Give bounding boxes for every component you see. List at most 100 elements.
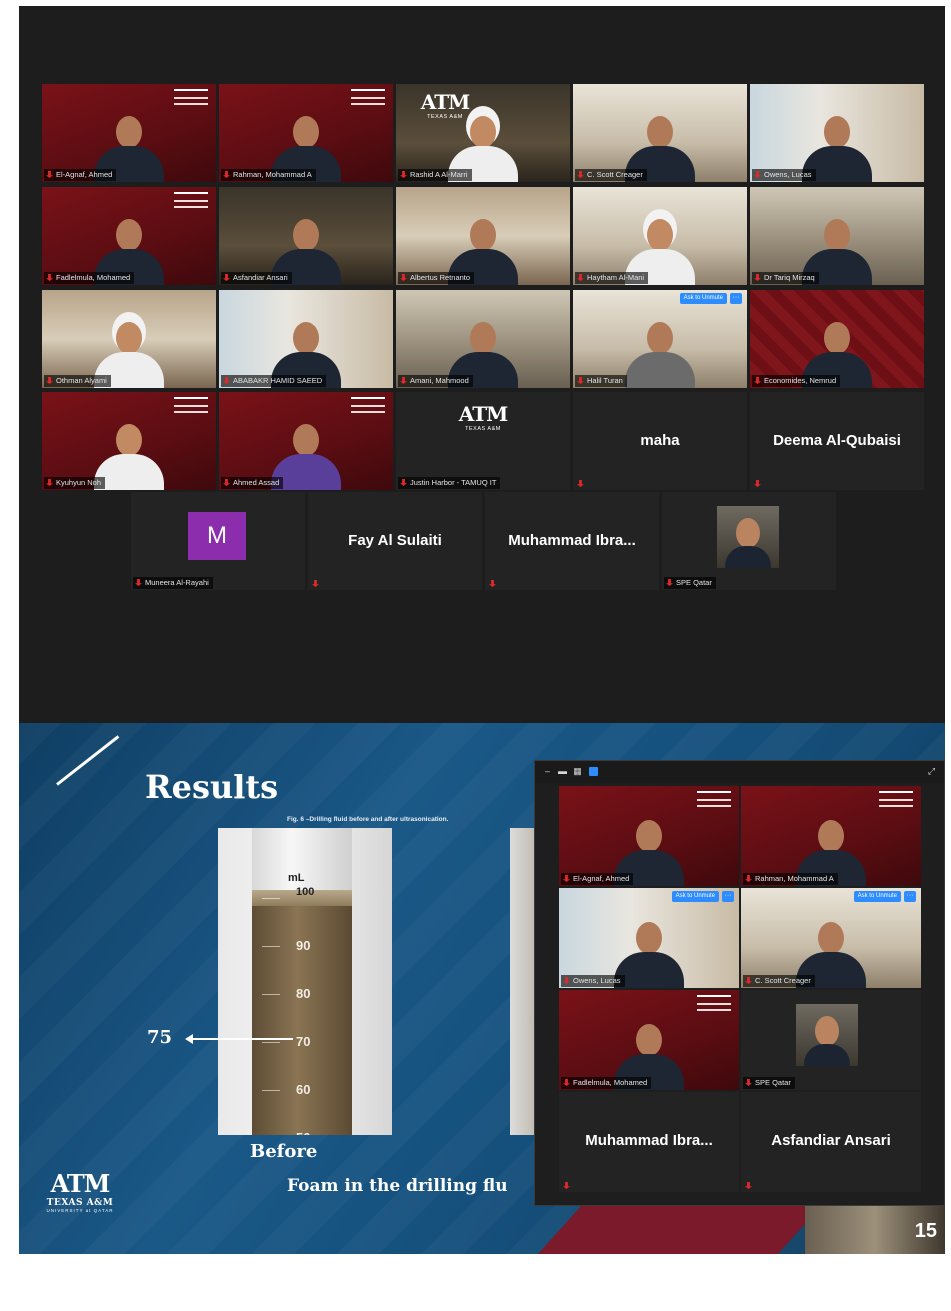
- participant-name: Dr Tariq Mirzaq: [764, 273, 815, 282]
- participant-head: [824, 322, 850, 354]
- participant-tile-asfandiar-ansari[interactable]: Asfandiar Ansari: [741, 1092, 921, 1192]
- zoom-gallery-window: El-Agnaf, Ahmed Rahman, Mohammad A ATM TEXA…: [19, 6, 945, 723]
- participant-tile-c-scott-creager[interactable]: Ask to Unmute ··· C. Scott Creager: [741, 888, 921, 988]
- participant-head: [636, 820, 662, 852]
- logo-mark: ATM: [50, 1169, 111, 1198]
- participant-tile-rahman-mohammad-a[interactable]: Rahman, Mohammad A: [219, 84, 393, 182]
- texas-am-qatar-logo: ATM TEXAS A&M UNIVERSITY at QATAR: [41, 1169, 119, 1213]
- muted-mic-icon: [563, 1182, 570, 1189]
- participant-tile-spe-qatar[interactable]: SPE Qatar: [662, 492, 836, 590]
- participant-tile-asfandiar-ansari[interactable]: Asfandiar Ansari: [219, 187, 393, 285]
- minimize-icon[interactable]: –: [543, 767, 552, 776]
- participant-head: [116, 322, 142, 354]
- participant-name: Ahmed Assad: [233, 478, 280, 487]
- participant-name-label: Justin Harbor - TAMUQ IT: [398, 477, 501, 489]
- muted-mic-icon: [745, 977, 752, 984]
- expand-icon[interactable]: ⤢: [927, 767, 936, 776]
- more-options-button[interactable]: ···: [730, 293, 742, 304]
- participant-tile-maha[interactable]: maha: [573, 392, 747, 490]
- more-options-button[interactable]: ···: [722, 891, 734, 902]
- participant-tile-othman-alyami[interactable]: Othman Alyami: [42, 290, 216, 388]
- figure-caption: Fig. 6 –Drilling fluid before and after …: [287, 816, 449, 823]
- participant-tile-fadlelmula-mohamed[interactable]: Fadlelmula, Mohamed: [42, 187, 216, 285]
- participant-tile-kyuhyun-noh[interactable]: Kyuhyun Noh: [42, 392, 216, 490]
- participant-name: Muhammad Ibra...: [585, 1132, 713, 1149]
- tamu-logo-icon: ATM TEXAS A&M: [418, 90, 472, 120]
- muted-mic-icon: [563, 1079, 570, 1086]
- participant-head: [647, 116, 673, 148]
- participant-head: [470, 219, 496, 251]
- participant-tile-fay-al-sulaiti[interactable]: Fay Al Sulaiti: [308, 492, 482, 590]
- participant-tile-owens-lucas[interactable]: Ask to Unmute ··· Owens, Lucas: [559, 888, 739, 988]
- participant-tile-muneera-al-rayahi[interactable]: M Muneera Al-Rayahi: [131, 492, 305, 590]
- participant-name-label: Asfandiar Ansari: [221, 272, 292, 284]
- event-logo-icon: [174, 192, 208, 214]
- participant-name-label: ABABAKR HAMID SAEED: [221, 375, 327, 387]
- participant-tile-economides-nemrud[interactable]: Economides, Nemrud: [750, 290, 924, 388]
- participant-name: SPE Qatar: [755, 1078, 791, 1087]
- participant-name: Deema Al-Qubaisi: [773, 432, 901, 449]
- participant-tile-rahman-mohammad-a[interactable]: Rahman, Mohammad A: [741, 786, 921, 886]
- participant-name: Asfandiar Ansari: [771, 1132, 891, 1149]
- photo-face: [815, 1016, 839, 1046]
- participant-tile-muhammad-ibra[interactable]: Muhammad Ibra...: [559, 1092, 739, 1192]
- graduated-cylinder-photo: mL 100 90 80 70 60 50: [218, 828, 392, 1135]
- speaker-view-icon[interactable]: [589, 767, 598, 776]
- hide-video-icon[interactable]: ▬: [558, 767, 567, 776]
- participant-head: [818, 922, 844, 954]
- participant-name-label: Othman Alyami: [44, 375, 111, 387]
- participant-tile-dr-tariq-mirzaq[interactable]: Dr Tariq Mirzaq: [750, 187, 924, 285]
- ask-to-unmute-button[interactable]: Ask to Unmute: [679, 293, 727, 304]
- participant-body: [625, 352, 695, 388]
- participant-name-label: Owens, Lucas: [752, 169, 816, 181]
- muted-mic-icon: [666, 579, 673, 586]
- participant-name-label: Fadlelmula, Mohamed: [44, 272, 135, 284]
- tamu-logo-mark: ATM: [420, 90, 470, 114]
- cylinder-scale-label: 100: [296, 886, 315, 898]
- slide-title: Results: [145, 768, 279, 806]
- muted-mic-icon: [46, 274, 53, 281]
- cylinder-scale-label: 60: [296, 1082, 311, 1097]
- participant-tile-justin-harbor-tamuq-it[interactable]: ATM TEXAS A&M Justin Harbor - TAMUQ IT: [396, 392, 570, 490]
- more-options-button[interactable]: ···: [904, 891, 916, 902]
- participant-tile-haytham-al-mani[interactable]: Haytham Al-Mani: [573, 187, 747, 285]
- floating-panel-toolbar[interactable]: – ▬ ▦ ⤢: [535, 761, 944, 783]
- slide-number: 15: [914, 1220, 937, 1242]
- event-logo-icon: [174, 89, 208, 111]
- shared-slide-window: Results Fig. 6 –Drilling fluid before an…: [19, 723, 945, 1254]
- muted-mic-icon: [46, 479, 53, 486]
- participant-name-label: El-Agnaf, Ahmed: [44, 169, 117, 181]
- participant-tile-deema-al-qubaisi[interactable]: Deema Al-Qubaisi: [750, 392, 924, 490]
- participant-tile-c-scott-creager[interactable]: C. Scott Creager: [573, 84, 747, 182]
- participant-head: [470, 322, 496, 354]
- participant-tile-fadlelmula-mohamed[interactable]: Fadlelmula, Mohamed: [559, 990, 739, 1090]
- participant-name: El-Agnaf, Ahmed: [56, 170, 113, 179]
- participant-name: Asfandiar Ansari: [233, 273, 288, 282]
- tamu-logo-mark: ATM: [458, 402, 508, 426]
- participant-name: ABABAKR HAMID SAEED: [233, 376, 323, 385]
- participant-tile-muhammad-ibra[interactable]: Muhammad Ibra...: [485, 492, 659, 590]
- profile-photo: [796, 1004, 858, 1066]
- gallery-view-icon[interactable]: ▦: [573, 767, 582, 776]
- participant-name: Muneera Al-Rayahi: [145, 578, 209, 587]
- participant-tile-halil-turan[interactable]: Ask to Unmute ··· Halil Turan: [573, 290, 747, 388]
- muted-mic-icon: [46, 171, 53, 178]
- participant-tile-albertus-retnanto[interactable]: Albertus Retnanto: [396, 187, 570, 285]
- participant-tile-spe-qatar[interactable]: SPE Qatar: [741, 990, 921, 1090]
- participant-head: [116, 116, 142, 148]
- participant-tile-ahmed-assad[interactable]: Ahmed Assad: [219, 392, 393, 490]
- ask-to-unmute-button[interactable]: Ask to Unmute: [853, 891, 901, 902]
- participant-tile-ababakr-hamid-saeed[interactable]: ABABAKR HAMID SAEED: [219, 290, 393, 388]
- participant-tile-el-agnaf-ahmed[interactable]: El-Agnaf, Ahmed: [42, 84, 216, 182]
- before-label: Before: [250, 1141, 318, 1162]
- photo-shirt: [804, 1044, 850, 1066]
- ask-to-unmute-button[interactable]: Ask to Unmute: [671, 891, 719, 902]
- participant-name: Owens, Lucas: [573, 976, 621, 985]
- participant-tile-el-agnaf-ahmed[interactable]: El-Agnaf, Ahmed: [559, 786, 739, 886]
- participant-name: maha: [640, 432, 680, 449]
- muted-mic-icon: [400, 274, 407, 281]
- participant-tile-owens-lucas[interactable]: Owens, Lucas: [750, 84, 924, 182]
- floating-video-panel[interactable]: – ▬ ▦ ⤢ El-Agnaf, Ahmed Rahman, Mohammad …: [534, 760, 945, 1206]
- participant-tile-rashid-a-al-marri[interactable]: ATM TEXAS A&M Rashid A Al-Marri: [396, 84, 570, 182]
- participant-tile-amani-mahmood[interactable]: Amani, Mahmood: [396, 290, 570, 388]
